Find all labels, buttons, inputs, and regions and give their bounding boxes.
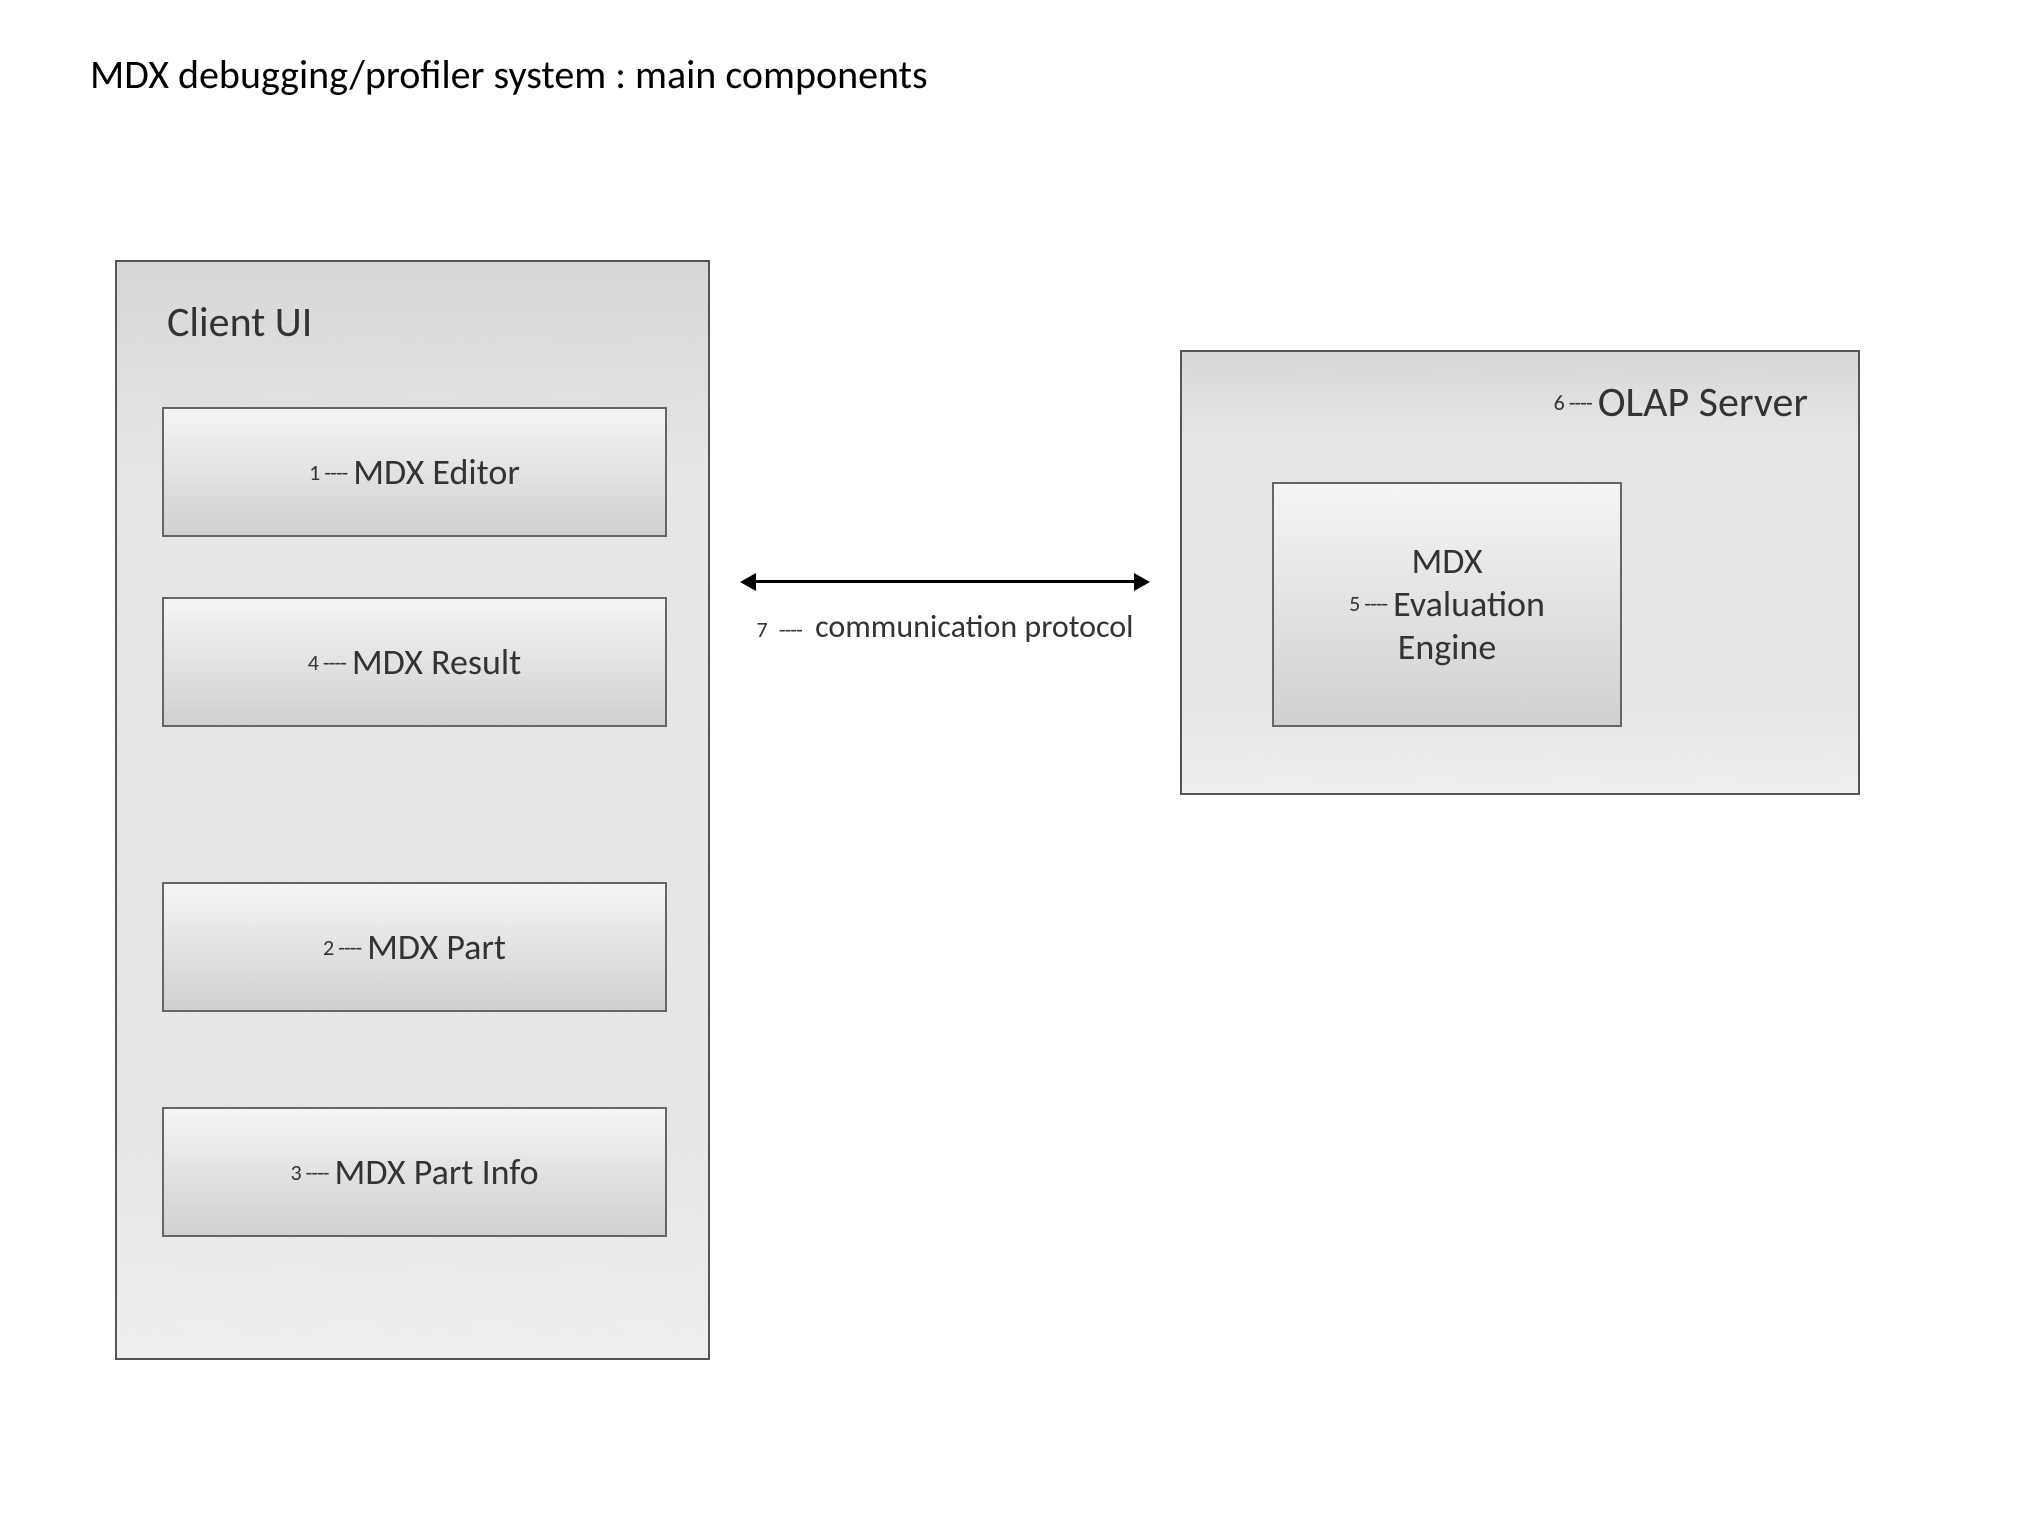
mdx-part-info-box: 3 ---- MDX Part Info — [162, 1107, 667, 1237]
mdx-result-ref: 4 — [308, 649, 319, 676]
olap-server-text: OLAP Server — [1598, 377, 1808, 428]
dash-icon: ---- — [306, 1159, 329, 1186]
mdx-eval-line2: Evaluation — [1393, 583, 1545, 626]
dash-icon: ---- — [1569, 389, 1592, 416]
communication-arrow: 7 ---- communication protocol — [740, 555, 1150, 655]
communication-label: 7 ---- communication protocol — [740, 607, 1150, 646]
mdx-editor-box: 1 ---- MDX Editor — [162, 407, 667, 537]
client-ui-container: Client UI 1 ---- MDX Editor 4 ---- MDX R… — [115, 260, 710, 1360]
mdx-result-box: 4 ---- MDX Result — [162, 597, 667, 727]
mdx-part-label: MDX Part — [367, 925, 506, 969]
mdx-eval-engine-box: MDX 5 ---- Evaluation Engine — [1272, 482, 1622, 727]
client-ui-label: Client UI — [167, 297, 312, 348]
dash-icon: ---- — [324, 459, 347, 486]
mdx-part-info-ref: 3 — [290, 1159, 301, 1186]
communication-text: communication protocol — [815, 607, 1133, 646]
mdx-editor-label: MDX Editor — [353, 450, 520, 494]
mdx-eval-line1: MDX — [1411, 540, 1482, 583]
dash-icon: ---- — [779, 616, 802, 643]
mdx-eval-line3: Engine — [1398, 626, 1497, 669]
mdx-editor-ref: 1 — [309, 459, 320, 486]
dash-icon: ---- — [338, 934, 361, 961]
mdx-part-box: 2 ---- MDX Part — [162, 882, 667, 1012]
olap-server-ref: 6 — [1554, 389, 1565, 416]
mdx-eval-ref: 5 — [1349, 590, 1360, 619]
arrow-line — [752, 580, 1138, 583]
mdx-part-ref: 2 — [323, 934, 334, 961]
dash-icon: ---- — [323, 649, 346, 676]
mdx-part-info-label: MDX Part Info — [335, 1150, 539, 1194]
olap-server-label: 6 ---- OLAP Server — [1554, 377, 1808, 428]
arrow-right-icon — [1134, 573, 1150, 591]
mdx-result-label: MDX Result — [352, 640, 521, 684]
olap-server-container: 6 ---- OLAP Server MDX 5 ---- Evaluation… — [1180, 350, 1860, 795]
diagram-title: MDX debugging/profiler system : main com… — [90, 50, 928, 99]
communication-ref: 7 — [757, 616, 768, 643]
dash-icon: ---- — [1364, 590, 1387, 619]
